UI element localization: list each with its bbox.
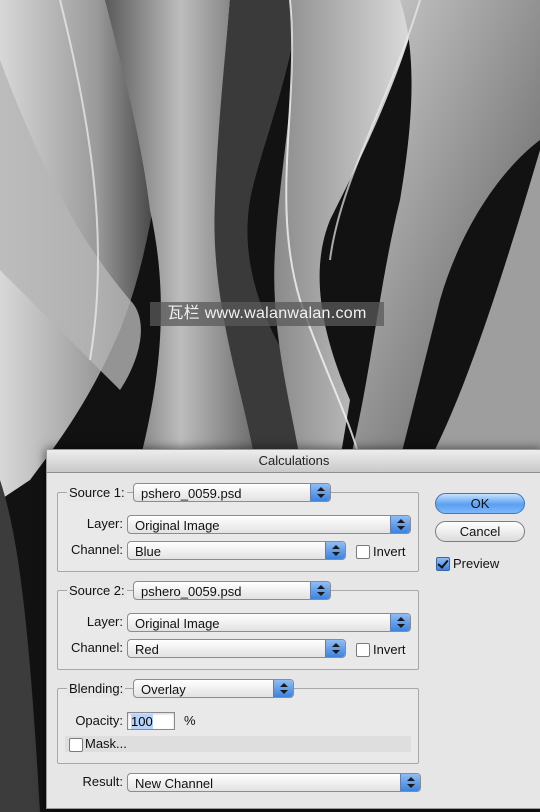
source2-layer-label: Layer:	[86, 614, 123, 629]
source1-invert-checkbox[interactable]	[356, 545, 370, 559]
opacity-label: Opacity:	[75, 713, 123, 728]
chevron-updown-icon	[325, 640, 345, 657]
source2-channel-label: Channel:	[70, 640, 123, 655]
source2-file-select[interactable]: pshero_0059.psd	[133, 581, 331, 600]
mask-checkbox[interactable]	[69, 738, 83, 752]
dialog-title: Calculations	[47, 450, 540, 473]
source1-file-select[interactable]: pshero_0059.psd	[133, 483, 331, 502]
result-value: New Channel	[135, 776, 214, 791]
mask-label[interactable]: Mask...	[85, 736, 127, 752]
blending-mode-select[interactable]: Overlay	[133, 679, 294, 698]
source2-layer-select[interactable]: Original Image	[127, 613, 411, 632]
source1-channel-label: Channel:	[70, 542, 123, 557]
source1-layer-select[interactable]: Original Image	[127, 515, 411, 534]
result-select[interactable]: New Channel	[127, 773, 421, 792]
source1-channel-select[interactable]: Blue	[127, 541, 346, 560]
ok-button[interactable]: OK	[435, 493, 525, 514]
opacity-value: 100	[131, 714, 153, 729]
opacity-input[interactable]: 100	[127, 712, 175, 730]
source2-channel-select[interactable]: Red	[127, 639, 346, 658]
opacity-unit: %	[184, 713, 196, 728]
chevron-updown-icon	[390, 516, 410, 533]
blending-label: Blending:	[67, 681, 126, 697]
source1-channel-value: Blue	[135, 544, 162, 559]
watermark: 瓦栏 www.walanwalan.com	[150, 302, 384, 326]
source1-layer-label: Layer:	[86, 516, 123, 531]
source2-label: Source 2:	[67, 583, 127, 599]
chevron-updown-icon	[310, 484, 330, 501]
calculations-dialog: Calculations Source 1: pshero_0059.psd L…	[46, 449, 540, 809]
source1-file-value: pshero_0059.psd	[141, 486, 242, 501]
chevron-updown-icon	[400, 774, 420, 791]
source2-invert-checkbox[interactable]	[356, 643, 370, 657]
chevron-updown-icon	[273, 680, 293, 697]
source2-invert-label: Invert	[373, 642, 406, 657]
preview-label: Preview	[453, 556, 500, 571]
chevron-updown-icon	[390, 614, 410, 631]
result-label: Result:	[82, 774, 123, 789]
chevron-updown-icon	[310, 582, 330, 599]
source1-label: Source 1:	[67, 485, 127, 501]
source2-file-value: pshero_0059.psd	[141, 584, 242, 599]
blending-mode-value: Overlay	[141, 682, 186, 697]
source1-invert-label: Invert	[373, 544, 406, 559]
preview-checkbox[interactable]	[436, 557, 450, 571]
source2-channel-value: Red	[135, 642, 159, 657]
cancel-button[interactable]: Cancel	[435, 521, 525, 542]
source2-layer-value: Original Image	[135, 616, 220, 631]
source1-layer-value: Original Image	[135, 518, 220, 533]
chevron-updown-icon	[325, 542, 345, 559]
